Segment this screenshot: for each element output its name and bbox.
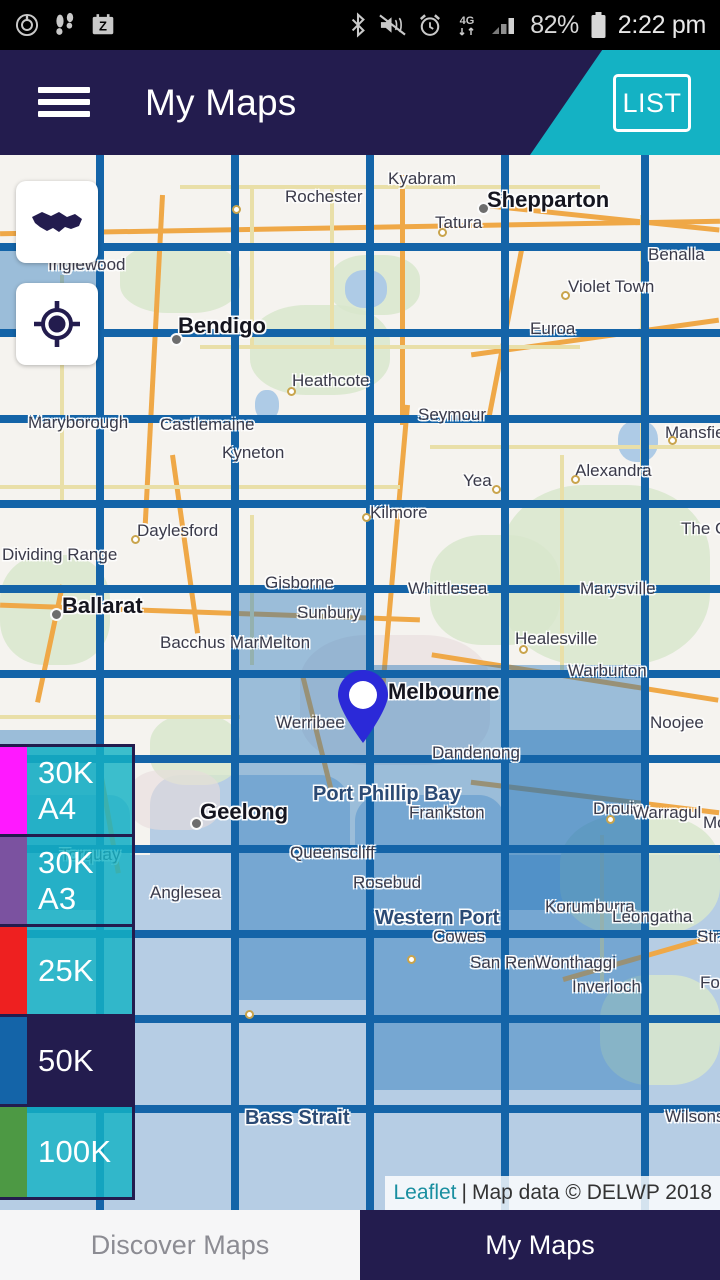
legend-color-swatch xyxy=(0,747,27,834)
legend-body: 25K xyxy=(27,927,132,1014)
town-dot xyxy=(519,645,528,654)
map-road-minor xyxy=(560,455,564,675)
legend-label: 50K xyxy=(38,1042,94,1078)
town-dot xyxy=(245,1010,254,1019)
legend-row[interactable]: 50K xyxy=(0,1017,132,1107)
grid-line-v xyxy=(641,155,649,1210)
legend-row[interactable]: 100K xyxy=(0,1107,132,1197)
legend-color-swatch xyxy=(0,1017,27,1104)
leaflet-link[interactable]: Leaflet xyxy=(393,1181,456,1205)
legend-label: 25K xyxy=(38,952,94,988)
map-urban-area xyxy=(130,770,220,830)
town-dot xyxy=(571,475,580,484)
location-marker-pin[interactable] xyxy=(335,670,391,744)
page-title: My Maps xyxy=(145,81,297,123)
city-dot xyxy=(190,817,203,830)
battery-percent-label: 82% xyxy=(530,10,579,39)
grid-line-h xyxy=(0,243,720,251)
victoria-extent-icon[interactable] xyxy=(16,181,98,263)
town-dot xyxy=(492,485,501,494)
town-dot xyxy=(606,815,615,824)
map-road xyxy=(400,175,405,425)
town-dot xyxy=(131,535,140,544)
map-road-minor xyxy=(180,185,600,189)
town-dot xyxy=(561,291,570,300)
status-bar: Z 4G 82% 2:22 pm xyxy=(0,0,720,50)
map-road-minor xyxy=(430,445,720,449)
status-bar-left-icons: Z xyxy=(14,12,116,38)
calendar-z-icon: Z xyxy=(90,12,116,38)
legend-body: 30K A4 xyxy=(27,747,132,834)
alarm-icon xyxy=(417,12,443,38)
legend-row[interactable]: 30K A3 xyxy=(0,837,132,927)
legend-label: 30K A4 xyxy=(38,754,94,826)
legend-color-swatch xyxy=(0,1107,27,1197)
legend-body: 100K xyxy=(27,1107,132,1197)
attribution-text: Map data © DELWP 2018 xyxy=(472,1181,712,1204)
hamburger-menu-icon[interactable] xyxy=(38,82,90,122)
grid-line-h xyxy=(0,329,720,337)
signal-bars-icon xyxy=(491,12,519,38)
mute-vibrate-icon xyxy=(379,12,406,38)
map-road-minor xyxy=(330,185,334,345)
legend-row[interactable]: 30K A4 xyxy=(0,747,132,837)
grid-line-h xyxy=(0,415,720,423)
legend-body: 50K xyxy=(27,1017,132,1104)
town-dot xyxy=(407,955,416,964)
city-dot xyxy=(170,333,183,346)
town-dot xyxy=(232,205,241,214)
list-button[interactable]: LIST xyxy=(613,74,691,132)
legend-color-swatch xyxy=(0,927,27,1014)
svg-text:4G: 4G xyxy=(460,15,475,27)
map-scale-legend[interactable]: 30K A4 30K A3 25K 50K 100K xyxy=(0,744,135,1200)
bluetooth-icon xyxy=(348,12,368,38)
battery-icon xyxy=(590,11,607,39)
legend-color-swatch xyxy=(0,837,27,924)
grid-line-h xyxy=(0,585,720,593)
city-dot xyxy=(477,202,490,215)
grid-line-h xyxy=(0,500,720,508)
grid-line-v xyxy=(501,155,509,1210)
map-lake xyxy=(618,420,658,462)
map-viewport[interactable]: Rochester Kyabram Shepparton Tatura Benalla V… xyxy=(0,155,720,1210)
network-4g-icon: 4G xyxy=(454,12,480,38)
town-dot xyxy=(362,513,371,522)
power-timer-icon xyxy=(14,12,40,38)
town-dot xyxy=(438,228,447,237)
tab-discover-maps[interactable]: Discover Maps xyxy=(0,1210,360,1280)
svg-text:Z: Z xyxy=(99,18,107,33)
legend-row[interactable]: 25K xyxy=(0,927,132,1017)
town-dot xyxy=(668,436,677,445)
city-dot xyxy=(50,608,63,621)
clock-label: 2:22 pm xyxy=(617,10,707,39)
town-dot xyxy=(287,387,296,396)
map-road-minor xyxy=(200,345,580,349)
map-green-area xyxy=(120,243,240,313)
legend-label: 30K A3 xyxy=(38,844,94,916)
pedometer-icon xyxy=(54,12,76,38)
attribution-separator: | xyxy=(461,1181,467,1204)
locate-crosshair-icon[interactable] xyxy=(16,283,98,365)
app-header: My Maps LIST xyxy=(0,50,720,155)
map-road-minor xyxy=(250,185,254,345)
legend-label: 100K xyxy=(38,1134,112,1169)
map-attribution: Leaflet | Map data © DELWP 2018 xyxy=(385,1176,720,1210)
bottom-tab-bar: Discover Maps My Maps xyxy=(0,1210,720,1280)
coverage-tile[interactable] xyxy=(235,910,370,1000)
map-road-minor xyxy=(0,715,240,719)
grid-line-v xyxy=(231,155,239,1210)
tab-my-maps[interactable]: My Maps xyxy=(360,1210,720,1280)
legend-body: 30K A3 xyxy=(27,837,132,924)
status-bar-right-icons: 4G 82% 2:22 pm xyxy=(348,11,706,40)
